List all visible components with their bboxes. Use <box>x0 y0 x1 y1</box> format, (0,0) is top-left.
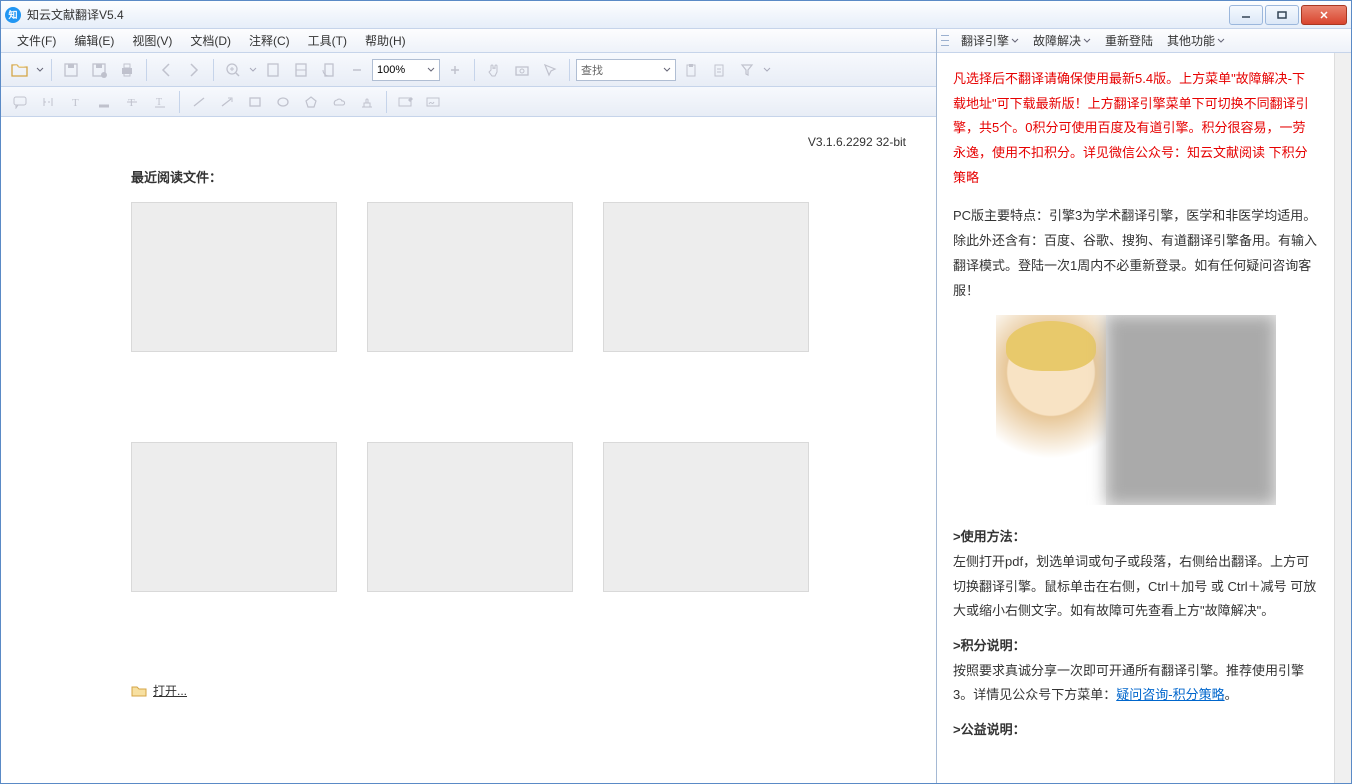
rect-button <box>242 89 268 115</box>
menu-document[interactable]: 文档(D) <box>182 29 239 52</box>
rotate-button <box>316 57 342 83</box>
strike-button: T <box>119 89 145 115</box>
zoom-in-dropdown <box>248 67 258 73</box>
menu-help[interactable]: 帮助(H) <box>357 29 414 52</box>
recent-file-thumb[interactable] <box>367 442 573 592</box>
filter-dropdown <box>762 67 772 73</box>
menu-relogin[interactable]: 重新登陆 <box>1099 29 1159 52</box>
menu-other[interactable]: 其他功能 <box>1161 29 1231 52</box>
select-tool-button <box>537 57 563 83</box>
points-head: >积分说明： <box>953 634 1318 659</box>
zoom-input[interactable]: 100% <box>372 59 440 81</box>
qr-image <box>996 315 1276 505</box>
open-file-link[interactable]: 打开... <box>131 682 906 699</box>
polygon-button <box>298 89 324 115</box>
find-input[interactable]: 查找 <box>576 59 676 81</box>
clipboard-button <box>678 57 704 83</box>
menu-tools[interactable]: 工具(T) <box>300 29 355 52</box>
note-button <box>7 89 33 115</box>
filter-button <box>734 57 760 83</box>
arrow-button <box>214 89 240 115</box>
close-button[interactable] <box>1301 5 1347 25</box>
folder-icon <box>131 684 147 698</box>
menu-view[interactable]: 视图(V) <box>124 29 180 52</box>
hand-tool-button <box>481 57 507 83</box>
recent-file-thumb[interactable] <box>131 202 337 352</box>
maximize-button[interactable] <box>1265 5 1299 25</box>
stamp-button <box>354 89 380 115</box>
fit-width-button <box>288 57 314 83</box>
usage-body: 左侧打开pdf，划选单词或句子或段落，右侧给出翻译。上方可切换翻译引擎。鼠标单击… <box>953 550 1318 624</box>
recent-file-thumb[interactable] <box>367 202 573 352</box>
notice-text: 凡选择后不翻译请确保使用最新5.4版。上方菜单"故障解决-下载地址"可下载最新版… <box>953 67 1318 190</box>
points-body: 按照要求真诚分享一次即可开通所有翻译引擎。推荐使用引擎3。详情见公众号下方菜单：… <box>953 659 1318 708</box>
recent-files-label: 最近阅读文件： <box>131 167 906 186</box>
sign-button <box>421 89 447 115</box>
points-link[interactable]: 疑问咨询-积分策略 <box>1116 687 1224 702</box>
next-page-button <box>181 57 207 83</box>
menu-file[interactable]: 文件(F) <box>9 29 64 52</box>
features-text: PC版主要特点：引擎3为学术翻译引擎，医学和非医学均适用。除此外还含有：百度、谷… <box>953 204 1318 303</box>
zoom-in-button <box>220 57 246 83</box>
zoom-in-slider-button <box>442 57 468 83</box>
minimize-button[interactable] <box>1229 5 1263 25</box>
recent-files-grid <box>131 202 906 592</box>
prev-page-button <box>153 57 179 83</box>
menu-edit[interactable]: 编辑(E) <box>66 29 122 52</box>
underline-button: T <box>147 89 173 115</box>
grip-icon <box>941 33 949 49</box>
text-button: T <box>63 89 89 115</box>
charity-head: >公益说明： <box>953 718 1318 743</box>
toolbar-primary: 100% 查找 <box>1 53 936 87</box>
recent-file-thumb[interactable] <box>603 202 809 352</box>
save-button <box>58 57 84 83</box>
right-pane: 翻译引擎 故障解决 重新登陆 其他功能 凡选择后不翻译请确保使用最新5.4版。上… <box>937 29 1351 783</box>
ellipse-button <box>270 89 296 115</box>
save-as-button <box>86 57 112 83</box>
recent-file-thumb[interactable] <box>603 442 809 592</box>
right-content: 凡选择后不翻译请确保使用最新5.4版。上方菜单"故障解决-下载地址"可下载最新版… <box>937 53 1334 783</box>
window-title: 知云文献翻译V5.4 <box>27 6 1229 23</box>
line-button <box>186 89 212 115</box>
paste-button <box>706 57 732 83</box>
fit-page-button <box>260 57 286 83</box>
scrollbar[interactable] <box>1334 53 1351 783</box>
open-button[interactable] <box>7 57 33 83</box>
edit-form-button <box>393 89 419 115</box>
highlight-button <box>91 89 117 115</box>
menu-annotate[interactable]: 注释(C) <box>241 29 298 52</box>
titlebar: 知 知云文献翻译V5.4 <box>1 1 1351 29</box>
text-select-button <box>35 89 61 115</box>
svg-text:T: T <box>128 97 135 109</box>
zoom-out-slider-button <box>344 57 370 83</box>
qr-image-block <box>953 315 1318 505</box>
open-dropdown[interactable] <box>35 67 45 73</box>
menu-translation-engine[interactable]: 翻译引擎 <box>955 29 1025 52</box>
usage-head: >使用方法： <box>953 525 1318 550</box>
snapshot-button <box>509 57 535 83</box>
app-icon: 知 <box>5 7 21 23</box>
svg-text:T: T <box>72 97 79 109</box>
toolbar-annotation: T T T <box>1 87 936 117</box>
content-area: V3.1.6.2292 32-bit 最近阅读文件： <box>1 117 936 783</box>
right-menubar: 翻译引擎 故障解决 重新登陆 其他功能 <box>937 29 1351 53</box>
recent-file-thumb[interactable] <box>131 442 337 592</box>
open-file-label: 打开... <box>153 682 187 699</box>
svg-text:T: T <box>156 97 162 108</box>
menu-troubleshoot[interactable]: 故障解决 <box>1027 29 1097 52</box>
left-pane: 文件(F) 编辑(E) 视图(V) 文档(D) 注释(C) 工具(T) 帮助(H… <box>1 29 937 783</box>
cloud-button <box>326 89 352 115</box>
menubar: 文件(F) 编辑(E) 视图(V) 文档(D) 注释(C) 工具(T) 帮助(H… <box>1 29 936 53</box>
version-label: V3.1.6.2292 32-bit <box>808 135 906 149</box>
print-button <box>114 57 140 83</box>
